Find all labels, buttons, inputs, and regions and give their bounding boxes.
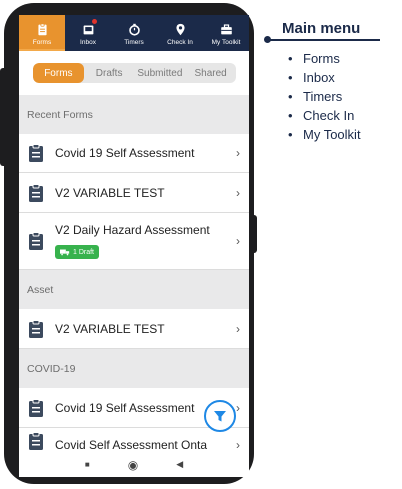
chevron-right-icon: › <box>236 185 240 200</box>
phone-side-button <box>0 68 7 166</box>
clipboard-icon <box>37 23 47 36</box>
nav-forms[interactable]: Forms <box>19 15 65 51</box>
filter-icon <box>214 411 226 422</box>
nav-inbox-label: Inbox <box>80 39 96 46</box>
nav-check-in-label: Check In <box>167 39 193 46</box>
list-item[interactable]: V2 Daily Hazard Assessment 1 Draft › <box>19 213 249 270</box>
home-button[interactable]: ◉ <box>128 458 138 472</box>
clipboard-icon <box>29 398 43 417</box>
nav-timers[interactable]: Timers <box>111 15 157 51</box>
tab-forms[interactable]: Forms <box>33 63 84 83</box>
tab-shared[interactable]: Shared <box>185 63 236 83</box>
tab-drafts[interactable]: Drafts <box>84 63 135 83</box>
legend-item: Timers <box>288 89 361 108</box>
nav-timers-label: Timers <box>124 39 144 46</box>
chevron-right-icon: › <box>236 400 240 415</box>
legend-title: Main menu <box>282 20 361 37</box>
back-button[interactable]: ◀ <box>176 459 183 470</box>
tab-submitted[interactable]: Submitted <box>135 63 186 83</box>
chevron-right-icon: › <box>236 146 240 160</box>
chevron-right-icon: › <box>236 321 240 336</box>
draft-badge-label: 1 Draft <box>73 248 95 256</box>
top-navigation: Forms Inbox Timers Check In My Toolkit <box>19 15 249 51</box>
inbox-icon <box>83 25 93 35</box>
android-nav-bar: ■ ◉ ◀ <box>19 452 249 477</box>
nav-forms-label: Forms <box>32 39 52 46</box>
chevron-right-icon: › <box>236 438 240 452</box>
list-item[interactable]: V2 VARIABLE TEST › <box>19 309 249 349</box>
segmented-tabs: Forms Drafts Submitted Shared <box>33 63 236 83</box>
stopwatch-icon <box>128 23 140 36</box>
notification-dot <box>92 19 97 24</box>
clipboard-icon <box>29 319 43 338</box>
toolbox-icon <box>220 24 232 35</box>
form-title: V2 VARIABLE TEST <box>55 185 165 200</box>
filter-button[interactable] <box>204 400 236 432</box>
section-header-asset: Asset <box>27 284 54 296</box>
tab-bar-container: Forms Drafts Submitted Shared <box>19 51 249 95</box>
location-pin-icon <box>175 23 185 36</box>
legend-item: Check In <box>288 108 361 127</box>
draft-badge: 1 Draft <box>55 245 100 259</box>
nav-my-toolkit[interactable]: My Toolkit <box>203 15 249 51</box>
clipboard-icon <box>29 232 43 250</box>
form-title: Covid Self Assessment Onta <box>55 438 208 452</box>
nav-inbox[interactable]: Inbox <box>65 15 111 51</box>
list-item[interactable]: V2 VARIABLE TEST › <box>19 173 249 213</box>
phone-power-button <box>251 215 257 253</box>
form-title: Covid 19 Self Assessment <box>55 146 195 160</box>
form-title: Covid 19 Self Assessment <box>55 400 195 415</box>
recents-button[interactable]: ■ <box>85 460 90 469</box>
truck-icon <box>60 249 70 256</box>
clipboard-icon <box>29 432 43 450</box>
legend-list: Forms Inbox Timers Check In My Toolkit <box>288 51 361 146</box>
legend-item: Forms <box>288 51 361 70</box>
nav-check-in[interactable]: Check In <box>157 15 203 51</box>
legend-item: Inbox <box>288 70 361 89</box>
legend-item: My Toolkit <box>288 127 361 146</box>
list-item[interactable]: Covid 19 Self Assessment › <box>19 134 249 173</box>
nav-my-toolkit-label: My Toolkit <box>211 39 241 46</box>
section-header-covid: COVID-19 <box>27 363 76 375</box>
phone-screen: Forms Inbox Timers Check In My Toolkit F… <box>19 15 249 477</box>
clipboard-icon <box>29 183 43 202</box>
chevron-right-icon: › <box>236 234 240 248</box>
legend-line <box>270 39 380 41</box>
section-header-recent: Recent Forms <box>27 109 93 121</box>
clipboard-icon <box>29 144 43 162</box>
form-title: V2 Daily Hazard Assessment <box>55 223 210 237</box>
form-title: V2 VARIABLE TEST <box>55 321 165 336</box>
